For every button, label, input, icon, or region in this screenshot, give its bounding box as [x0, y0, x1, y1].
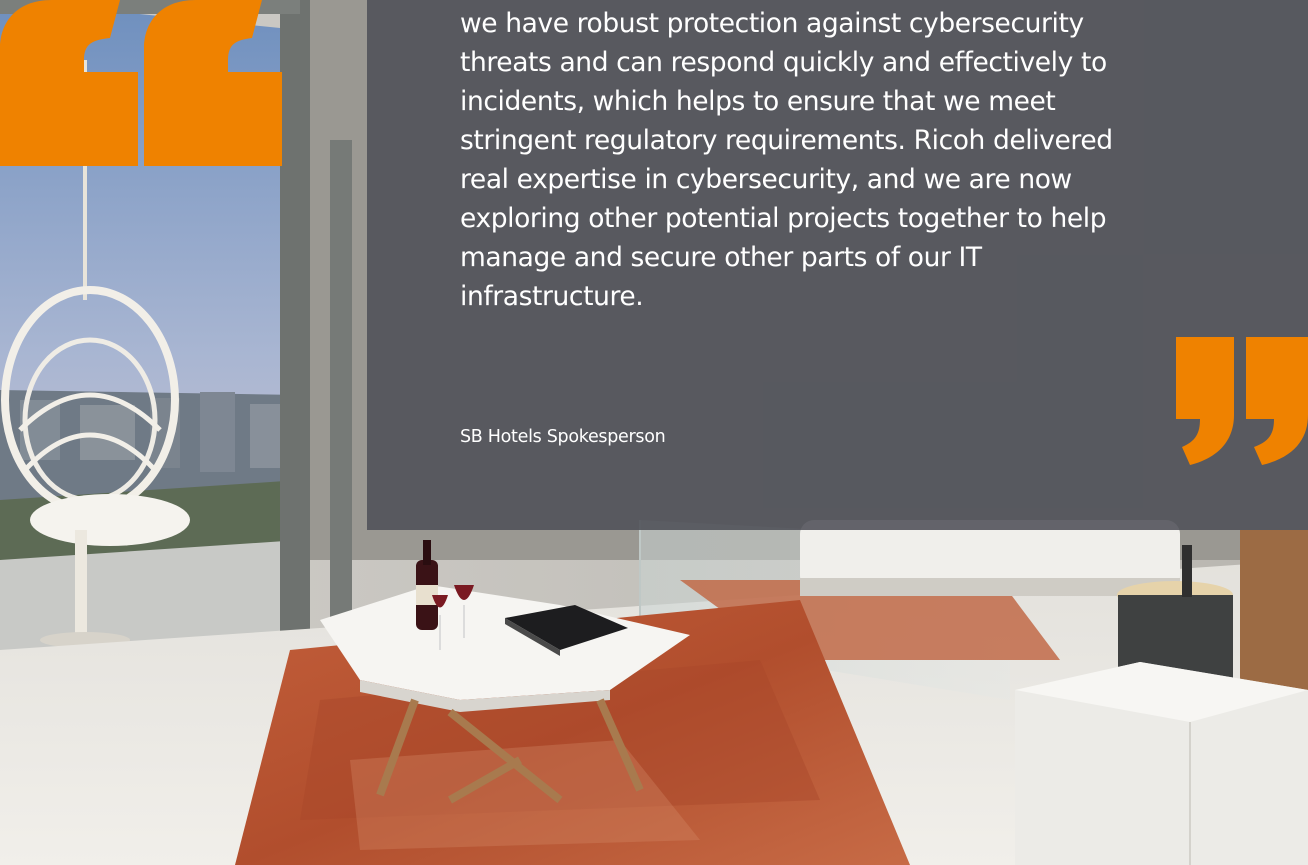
open-quote-icon — [0, 0, 282, 166]
quote-author: SB Hotels Spokesperson — [460, 427, 666, 447]
testimonial-banner: we have robust protection against cybers… — [0, 0, 1308, 865]
quote-panel: we have robust protection against cybers… — [367, 0, 1308, 530]
quote-text: we have robust protection against cybers… — [460, 8, 1113, 312]
close-quote-icon — [1176, 337, 1308, 465]
